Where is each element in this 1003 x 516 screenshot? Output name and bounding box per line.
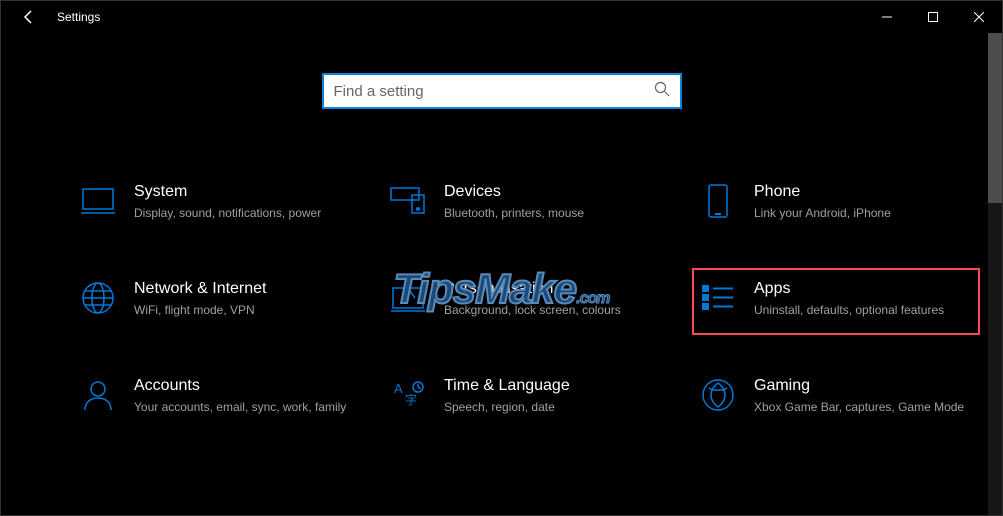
svg-text:字: 字	[405, 392, 417, 407]
tile-desc: WiFi, flight mode, VPN	[134, 302, 352, 319]
tile-title: Devices	[444, 183, 662, 201]
tile-devices[interactable]: Devices Bluetooth, printers, mouse	[386, 179, 666, 226]
apps-icon	[700, 280, 736, 316]
tile-desc: Your accounts, email, sync, work, family	[134, 399, 352, 416]
search-input[interactable]	[334, 83, 654, 100]
tile-desc: Display, sound, notifications, power	[134, 205, 352, 222]
svg-text:A: A	[394, 381, 403, 396]
maximize-icon	[928, 12, 938, 22]
gaming-icon	[700, 377, 736, 413]
phone-icon	[700, 183, 736, 219]
arrow-left-icon	[21, 9, 37, 25]
search-box[interactable]	[322, 73, 682, 109]
tile-network[interactable]: Network & Internet WiFi, flight mode, VP…	[76, 276, 356, 323]
tile-personalisation[interactable]: Personalisation Background, lock screen,…	[386, 276, 666, 323]
window-controls	[864, 1, 1002, 33]
minimize-icon	[882, 12, 892, 22]
tile-title: Personalisation	[444, 280, 662, 298]
tile-title: Time & Language	[444, 377, 662, 395]
window-title: Settings	[49, 10, 100, 24]
settings-grid: System Display, sound, notifications, po…	[1, 109, 1002, 419]
back-button[interactable]	[9, 1, 49, 33]
personalisation-icon	[390, 280, 426, 316]
content-area: System Display, sound, notifications, po…	[1, 33, 1002, 515]
scrollbar-thumb[interactable]	[988, 33, 1002, 203]
minimize-button[interactable]	[864, 1, 910, 33]
tile-desc: Uninstall, defaults, optional features	[754, 302, 972, 319]
tile-desc: Bluetooth, printers, mouse	[444, 205, 662, 222]
system-icon	[80, 183, 116, 219]
tile-time-language[interactable]: A字 Time & Language Speech, region, date	[386, 373, 666, 420]
time-language-icon: A字	[390, 377, 426, 413]
close-button[interactable]	[956, 1, 1002, 33]
tile-desc: Speech, region, date	[444, 399, 662, 416]
tile-title: Accounts	[134, 377, 352, 395]
tile-desc: Link your Android, iPhone	[754, 205, 972, 222]
tile-phone[interactable]: Phone Link your Android, iPhone	[696, 179, 976, 226]
search-container	[1, 33, 1002, 109]
search-icon	[654, 81, 670, 102]
accounts-icon	[80, 377, 116, 413]
tile-title: Gaming	[754, 377, 972, 395]
scrollbar-track[interactable]	[988, 33, 1002, 515]
devices-icon	[390, 183, 426, 219]
tile-gaming[interactable]: Gaming Xbox Game Bar, captures, Game Mod…	[696, 373, 976, 420]
tile-title: System	[134, 183, 352, 201]
close-icon	[974, 12, 984, 22]
tile-desc: Background, lock screen, colours	[444, 302, 662, 319]
tile-title: Network & Internet	[134, 280, 352, 298]
tile-accounts[interactable]: Accounts Your accounts, email, sync, wor…	[76, 373, 356, 420]
tile-apps[interactable]: Apps Uninstall, defaults, optional featu…	[692, 268, 980, 335]
tile-title: Apps	[754, 280, 972, 298]
tile-title: Phone	[754, 183, 972, 201]
titlebar: Settings	[1, 1, 1002, 33]
globe-icon	[80, 280, 116, 316]
maximize-button[interactable]	[910, 1, 956, 33]
tile-desc: Xbox Game Bar, captures, Game Mode	[754, 399, 972, 416]
tile-system[interactable]: System Display, sound, notifications, po…	[76, 179, 356, 226]
